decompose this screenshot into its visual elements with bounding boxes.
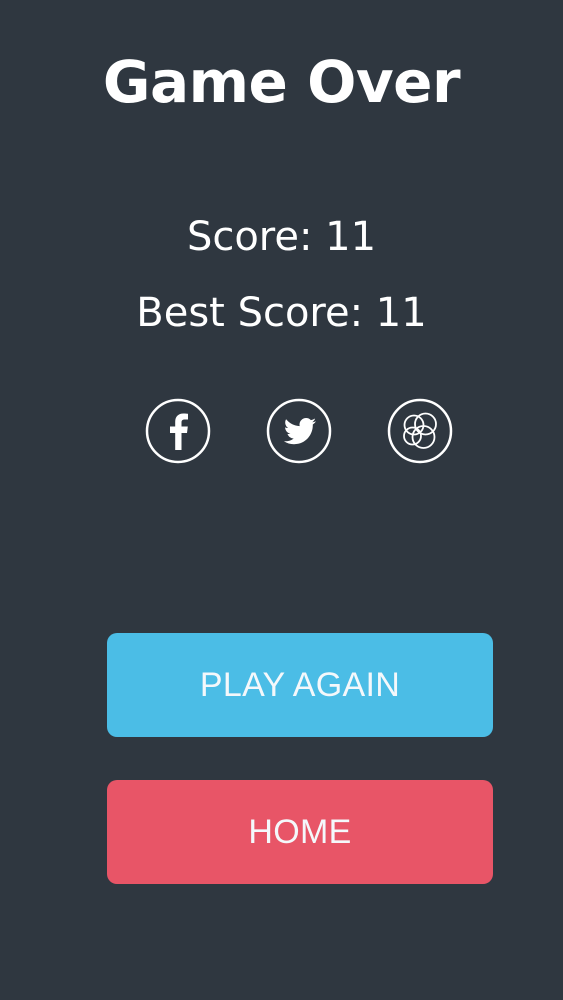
twitter-icon[interactable]	[266, 398, 332, 464]
home-button[interactable]: HOME	[107, 780, 493, 884]
game-center-icon[interactable]	[387, 398, 453, 464]
play-again-button[interactable]: PLAY AGAIN	[107, 633, 493, 737]
social-share-row	[0, 398, 563, 466]
game-over-title: Game Over	[102, 48, 461, 116]
facebook-icon[interactable]	[145, 398, 211, 464]
score-label: Score: 11	[186, 214, 377, 260]
best-score-label: Best Score: 11	[136, 290, 427, 336]
